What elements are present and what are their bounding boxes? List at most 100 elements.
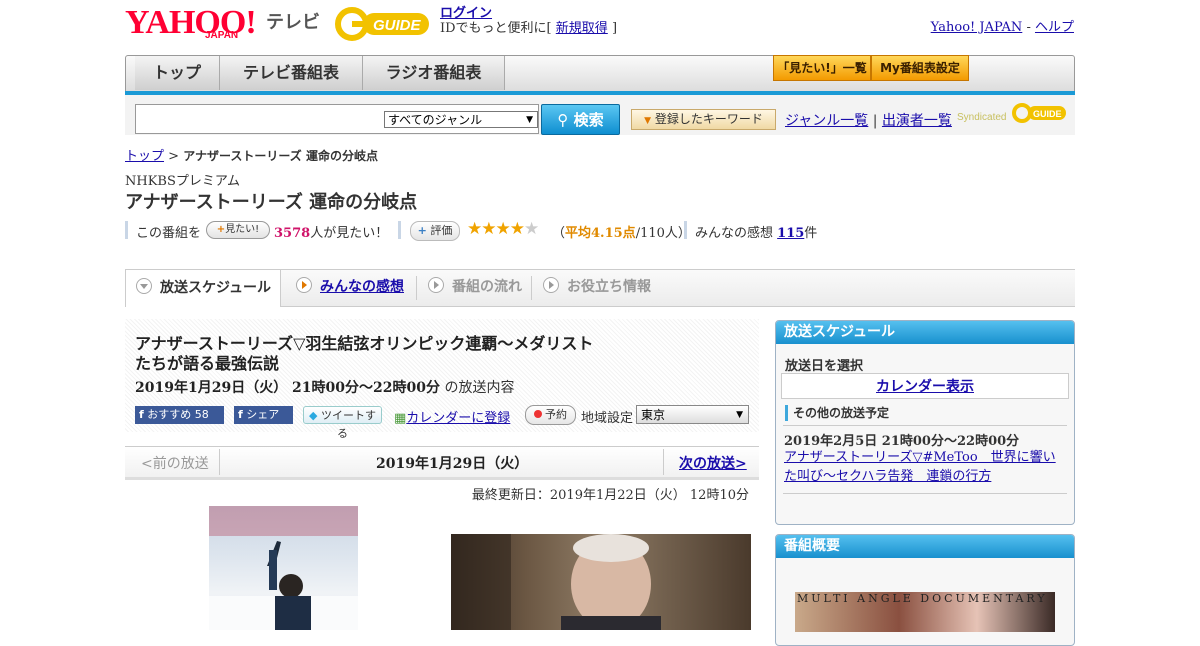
sidebar-schedule: 放送スケジュール — [775, 320, 1075, 525]
arrow-right-icon — [543, 277, 559, 293]
gguide-logo[interactable]: GUIDE — [335, 7, 433, 41]
rating-average-value: 平均4.15点 — [565, 226, 636, 241]
chevron-down-icon: ▼ — [644, 116, 652, 126]
genre-select[interactable]: すべてのジャンル ▼ — [384, 111, 538, 128]
facebook-share-button[interactable]: f シェア — [234, 406, 293, 424]
arrow-down-icon — [136, 278, 152, 294]
yahoo-japan-link[interactable]: Yahoo! JAPAN — [931, 20, 1023, 35]
search-button-label: 検索 — [573, 111, 604, 129]
skater-photo — [209, 506, 358, 630]
mitai-count: 3578人が見たい！ — [274, 222, 388, 241]
tab-useful-info[interactable]: お役立ち情報 — [543, 269, 651, 305]
other-schedule-link[interactable]: アナザーストーリーズ▽#MeToo 世界に響いた叫び～セクハラ告発 連鎖の行方 — [784, 448, 1068, 486]
facebook-recommend-count: 58 — [194, 408, 209, 421]
tab-program-flow[interactable]: 番組の流れ — [428, 269, 522, 305]
genre-list-link[interactable]: ジャンル一覧 — [785, 113, 868, 129]
nav-tab-radio-schedule[interactable]: ラジオ番組表 — [363, 56, 505, 90]
rate-button[interactable]: + 評価 — [410, 221, 460, 241]
page-title: アナザーストーリーズ 運命の分岐点 — [125, 192, 418, 213]
calendar-view-link[interactable]: カレンダー表示 — [876, 379, 974, 395]
search-button[interactable]: ⚲ 検索 — [541, 104, 620, 135]
mitai-button[interactable]: +見たい! — [206, 221, 270, 239]
sidebar-overview-heading: 番組概要 — [776, 535, 1074, 558]
divider — [783, 493, 1067, 494]
interview-photo-illustration — [451, 534, 661, 630]
facebook-icon: f — [238, 408, 243, 421]
next-broadcast-link[interactable]: 次の放送> — [679, 453, 747, 473]
nav-tab-top[interactable]: トップ — [135, 56, 220, 90]
calendar-view-button[interactable]: カレンダー表示 — [781, 373, 1069, 399]
breadcrumb-top-link[interactable]: トップ — [125, 149, 164, 164]
calendar-register: ▦カレンダーに登録 — [394, 407, 510, 426]
chevron-down-icon: ▼ — [736, 410, 743, 420]
other-schedule-date: 2019年2月5日 21時00分～22時00分 — [784, 434, 1020, 449]
arrow-right-icon — [428, 277, 444, 293]
tab-impressions[interactable]: みんなの感想 — [296, 269, 404, 305]
gguide-small-logo: GUIDE — [1012, 103, 1066, 123]
sidebar-schedule-heading: 放送スケジュール — [776, 321, 1074, 344]
yahoo-japan-sublogo: JAPAN — [205, 30, 239, 41]
my-schedule-button[interactable]: My番組表設定 — [871, 55, 969, 81]
mitai-count-number: 3578 — [274, 226, 311, 241]
reserve-button[interactable]: 予約 — [525, 405, 576, 425]
gguide-small-logo-text: GUIDE — [1033, 109, 1062, 119]
pager-divider — [219, 449, 220, 475]
divider — [783, 425, 1067, 426]
calendar-register-link[interactable]: カレンダーに登録 — [406, 411, 510, 426]
login-sub-prefix: IDでもっと便利に[ — [440, 21, 552, 36]
plus-icon: + — [417, 224, 427, 237]
registered-keyword-button[interactable]: ▼ 登録したキーワード — [631, 109, 776, 130]
rating-stars: ★★★★★ — [467, 219, 539, 239]
channel-name: NHKBSプレミアム — [125, 174, 240, 189]
tab-divider — [416, 276, 417, 300]
arrow-right-icon — [296, 277, 312, 293]
prev-broadcast-link[interactable]: <前の放送 — [141, 453, 209, 473]
region-label: 地域設定 — [581, 411, 634, 426]
reserve-label: 予約 — [545, 408, 567, 421]
tab-divider — [531, 276, 532, 300]
interview-photo — [451, 534, 751, 630]
episode-date-suffix: の放送内容 — [444, 380, 515, 396]
login-sub-suffix: ] — [611, 21, 618, 36]
episode-date-value: 2019年1月29日（火） 21時00分～22時00分 — [135, 380, 440, 396]
other-schedule-label: その他の放送予定 — [785, 405, 889, 421]
region-select[interactable]: 東京 ▼ — [636, 405, 749, 424]
breadcrumb: トップ > アナザーストーリーズ 運命の分岐点 — [125, 145, 378, 164]
impressions-label: みんなの感想 — [695, 226, 774, 241]
watch-prefix: この番組を — [136, 226, 202, 241]
facebook-recommend-button[interactable]: f おすすめ 58 — [135, 406, 224, 424]
episode-date: 2019年1月29日（火） 21時00分～22時00分 の放送内容 — [135, 377, 514, 397]
tab-schedule-label: 放送スケジュール — [160, 280, 272, 296]
help-link[interactable]: ヘルプ — [1035, 20, 1074, 35]
mitai-button-label: 見たい! — [225, 224, 260, 235]
tv-logo-text[interactable]: テレビ — [266, 8, 320, 34]
performer-list-link[interactable]: 出演者一覧 — [882, 113, 952, 129]
impressions-count-link[interactable]: 115 — [777, 226, 804, 241]
region-selected-value: 東京 — [641, 408, 666, 422]
link-divider: | — [872, 113, 878, 129]
facebook-icon: f — [139, 408, 144, 421]
header-separator: - — [1026, 20, 1031, 35]
meta-divider — [125, 221, 128, 239]
nav-tab-tv-schedule[interactable]: テレビ番組表 — [220, 56, 363, 90]
rating-count: /110人） — [635, 226, 691, 241]
tab-useful-info-label: お役立ち情報 — [567, 279, 651, 295]
promo-image-text: MULTI ANGLE DOCUMENTARY — [797, 592, 1048, 605]
breadcrumb-current: アナザーストーリーズ 運命の分岐点 — [183, 149, 378, 163]
episode-title: アナザーストーリーズ▽羽生結弦オリンピック連覇～メダリストたちが語る最強伝説 — [135, 334, 594, 373]
skater-photo-illustration — [209, 506, 358, 630]
tweet-button[interactable]: ◆ ツイートする — [303, 406, 382, 440]
login-link[interactable]: ログイン — [440, 6, 492, 21]
login-box: ログイン IDでもっと便利に[ 新規取得 ] — [440, 6, 617, 36]
plus-icon: + — [216, 224, 226, 235]
breadcrumb-separator: > — [168, 149, 180, 164]
tab-schedule[interactable]: 放送スケジュール — [125, 269, 281, 307]
register-link[interactable]: 新規取得 — [556, 21, 608, 36]
tab-impressions-label[interactable]: みんなの感想 — [320, 279, 404, 295]
mitai-list-button[interactable]: 「見たい!」一覧 — [773, 55, 871, 81]
genre-selected-value: すべてのジャンル — [388, 113, 483, 127]
record-icon — [534, 410, 542, 418]
tab-program-flow-label: 番組の流れ — [452, 279, 522, 295]
chevron-down-icon: ▼ — [526, 115, 533, 125]
gguide-logo-text: GUIDE — [373, 17, 422, 34]
